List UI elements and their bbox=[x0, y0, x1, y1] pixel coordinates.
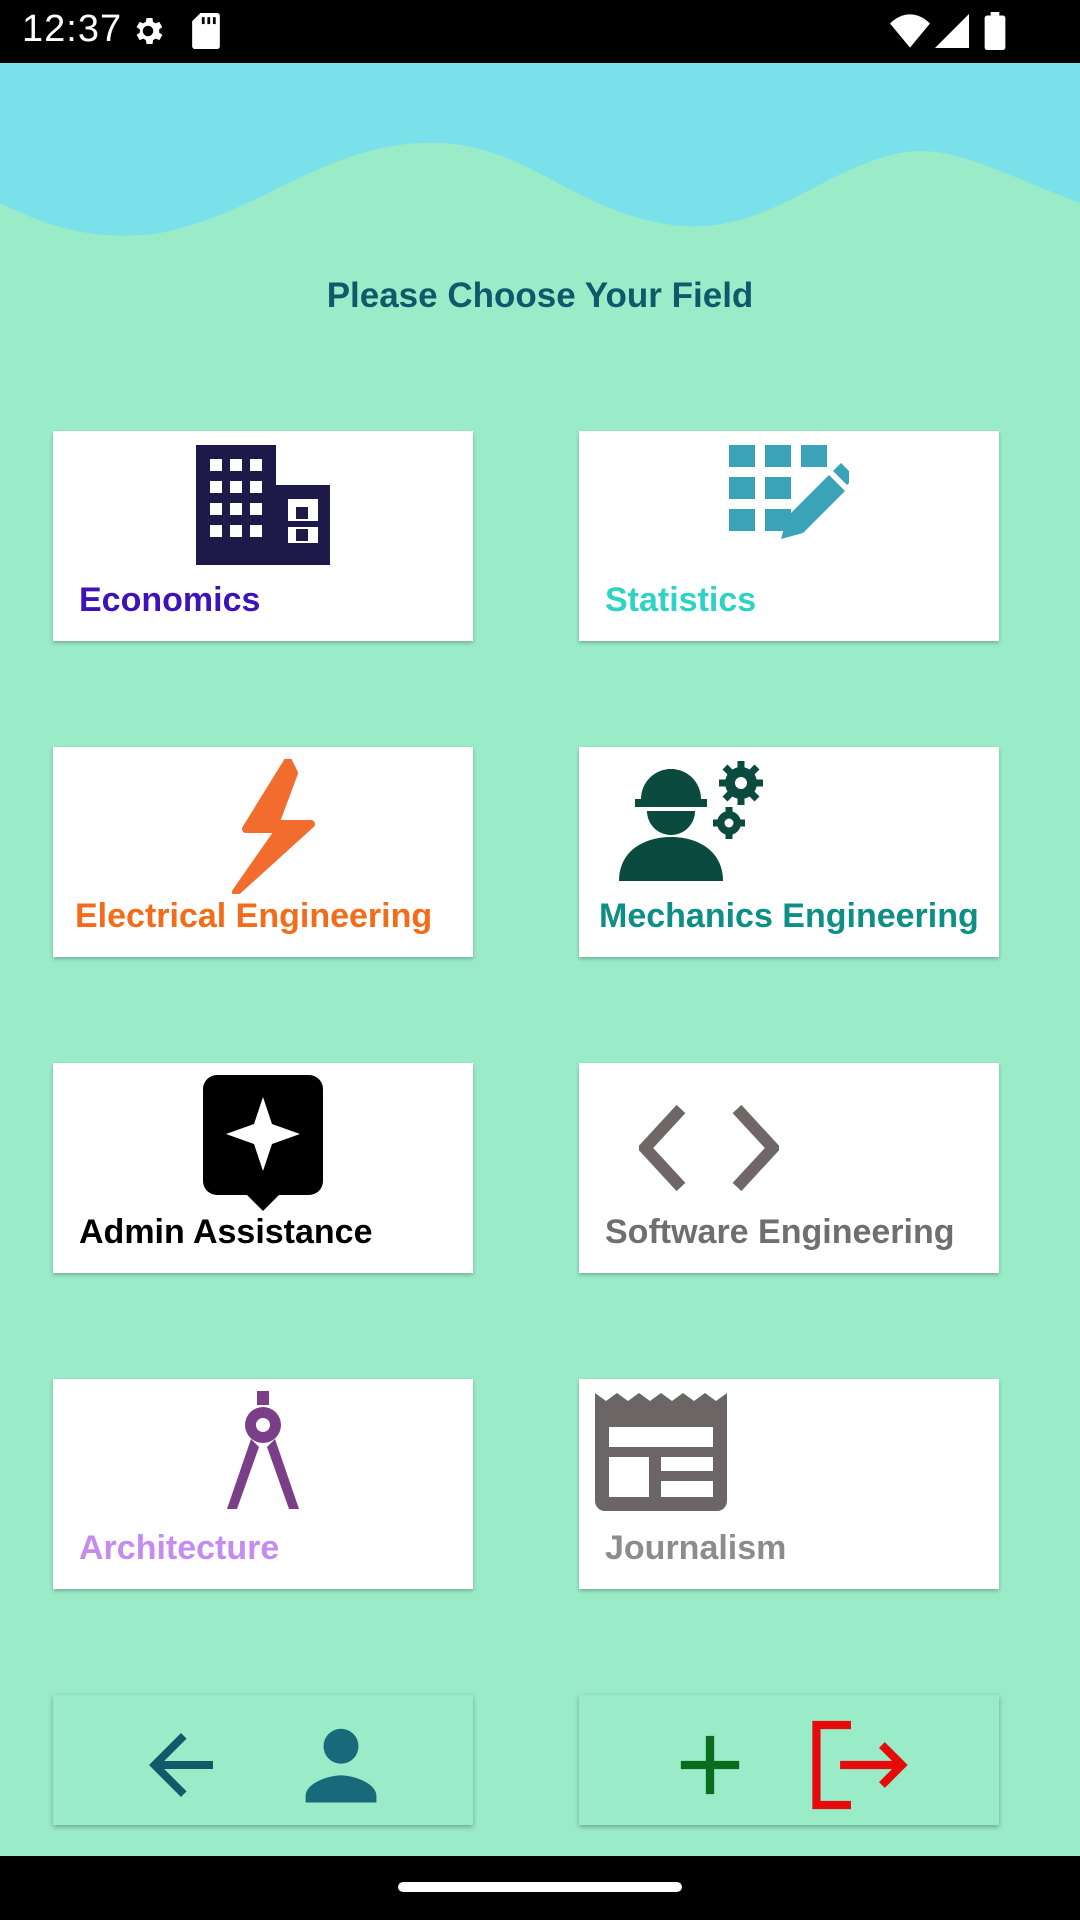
field-label: Statistics bbox=[605, 581, 757, 619]
field-label: Software Engineering bbox=[605, 1213, 955, 1251]
assistant-star-icon bbox=[53, 1075, 473, 1211]
wifi-icon bbox=[890, 14, 930, 52]
status-time: 12:37 bbox=[22, 8, 123, 50]
logout-icon bbox=[812, 1720, 908, 1810]
battery-icon bbox=[984, 12, 1006, 54]
newspaper-icon bbox=[579, 1393, 999, 1523]
field-label: Architecture bbox=[79, 1529, 280, 1567]
home-gesture-handle[interactable] bbox=[398, 1882, 682, 1892]
profile-icon bbox=[305, 1728, 377, 1803]
field-label: Economics bbox=[79, 581, 261, 619]
system-nav-bar bbox=[0, 1856, 1080, 1920]
field-label: Mechanics Engineering bbox=[599, 897, 979, 935]
field-label: Journalism bbox=[605, 1529, 787, 1567]
add-icon bbox=[680, 1735, 740, 1795]
page-title: Please Choose Your Field bbox=[326, 276, 754, 315]
data-edit-icon bbox=[579, 445, 999, 575]
profile-button[interactable] bbox=[291, 1715, 391, 1815]
field-card-economics[interactable]: Economics bbox=[53, 431, 473, 641]
field-label: Admin Assistance bbox=[79, 1213, 373, 1251]
signal-icon bbox=[935, 14, 969, 52]
header-wave bbox=[0, 63, 1080, 236]
lightning-bolt-icon bbox=[53, 759, 473, 894]
status-bar: 12:37 bbox=[0, 0, 1080, 63]
field-card-mechanics-engineering[interactable]: Mechanics Engineering bbox=[579, 747, 999, 957]
field-card-journalism[interactable]: Journalism bbox=[579, 1379, 999, 1589]
field-card-admin-assistance[interactable]: Admin Assistance bbox=[53, 1063, 473, 1273]
gear-icon bbox=[130, 13, 166, 53]
field-card-statistics[interactable]: Statistics bbox=[579, 431, 999, 641]
field-card-architecture[interactable]: Architecture bbox=[53, 1379, 473, 1589]
field-card-electrical-engineering[interactable]: Electrical Engineering bbox=[53, 747, 473, 957]
logout-button[interactable] bbox=[811, 1715, 911, 1815]
nav-group-right bbox=[579, 1695, 999, 1825]
add-button[interactable] bbox=[660, 1715, 760, 1815]
building-icon bbox=[53, 445, 473, 575]
nav-group-left bbox=[53, 1695, 473, 1825]
back-button[interactable] bbox=[131, 1715, 231, 1815]
wave-shape bbox=[0, 63, 1080, 236]
engineer-gears-icon bbox=[579, 761, 999, 891]
sd-card-icon bbox=[192, 13, 220, 53]
compass-drafting-icon bbox=[53, 1391, 473, 1523]
field-label: Electrical Engineering bbox=[75, 897, 433, 935]
field-card-software-engineering[interactable]: Software Engineering bbox=[579, 1063, 999, 1273]
back-arrow-icon bbox=[149, 1733, 213, 1797]
code-brackets-icon bbox=[579, 1077, 999, 1207]
